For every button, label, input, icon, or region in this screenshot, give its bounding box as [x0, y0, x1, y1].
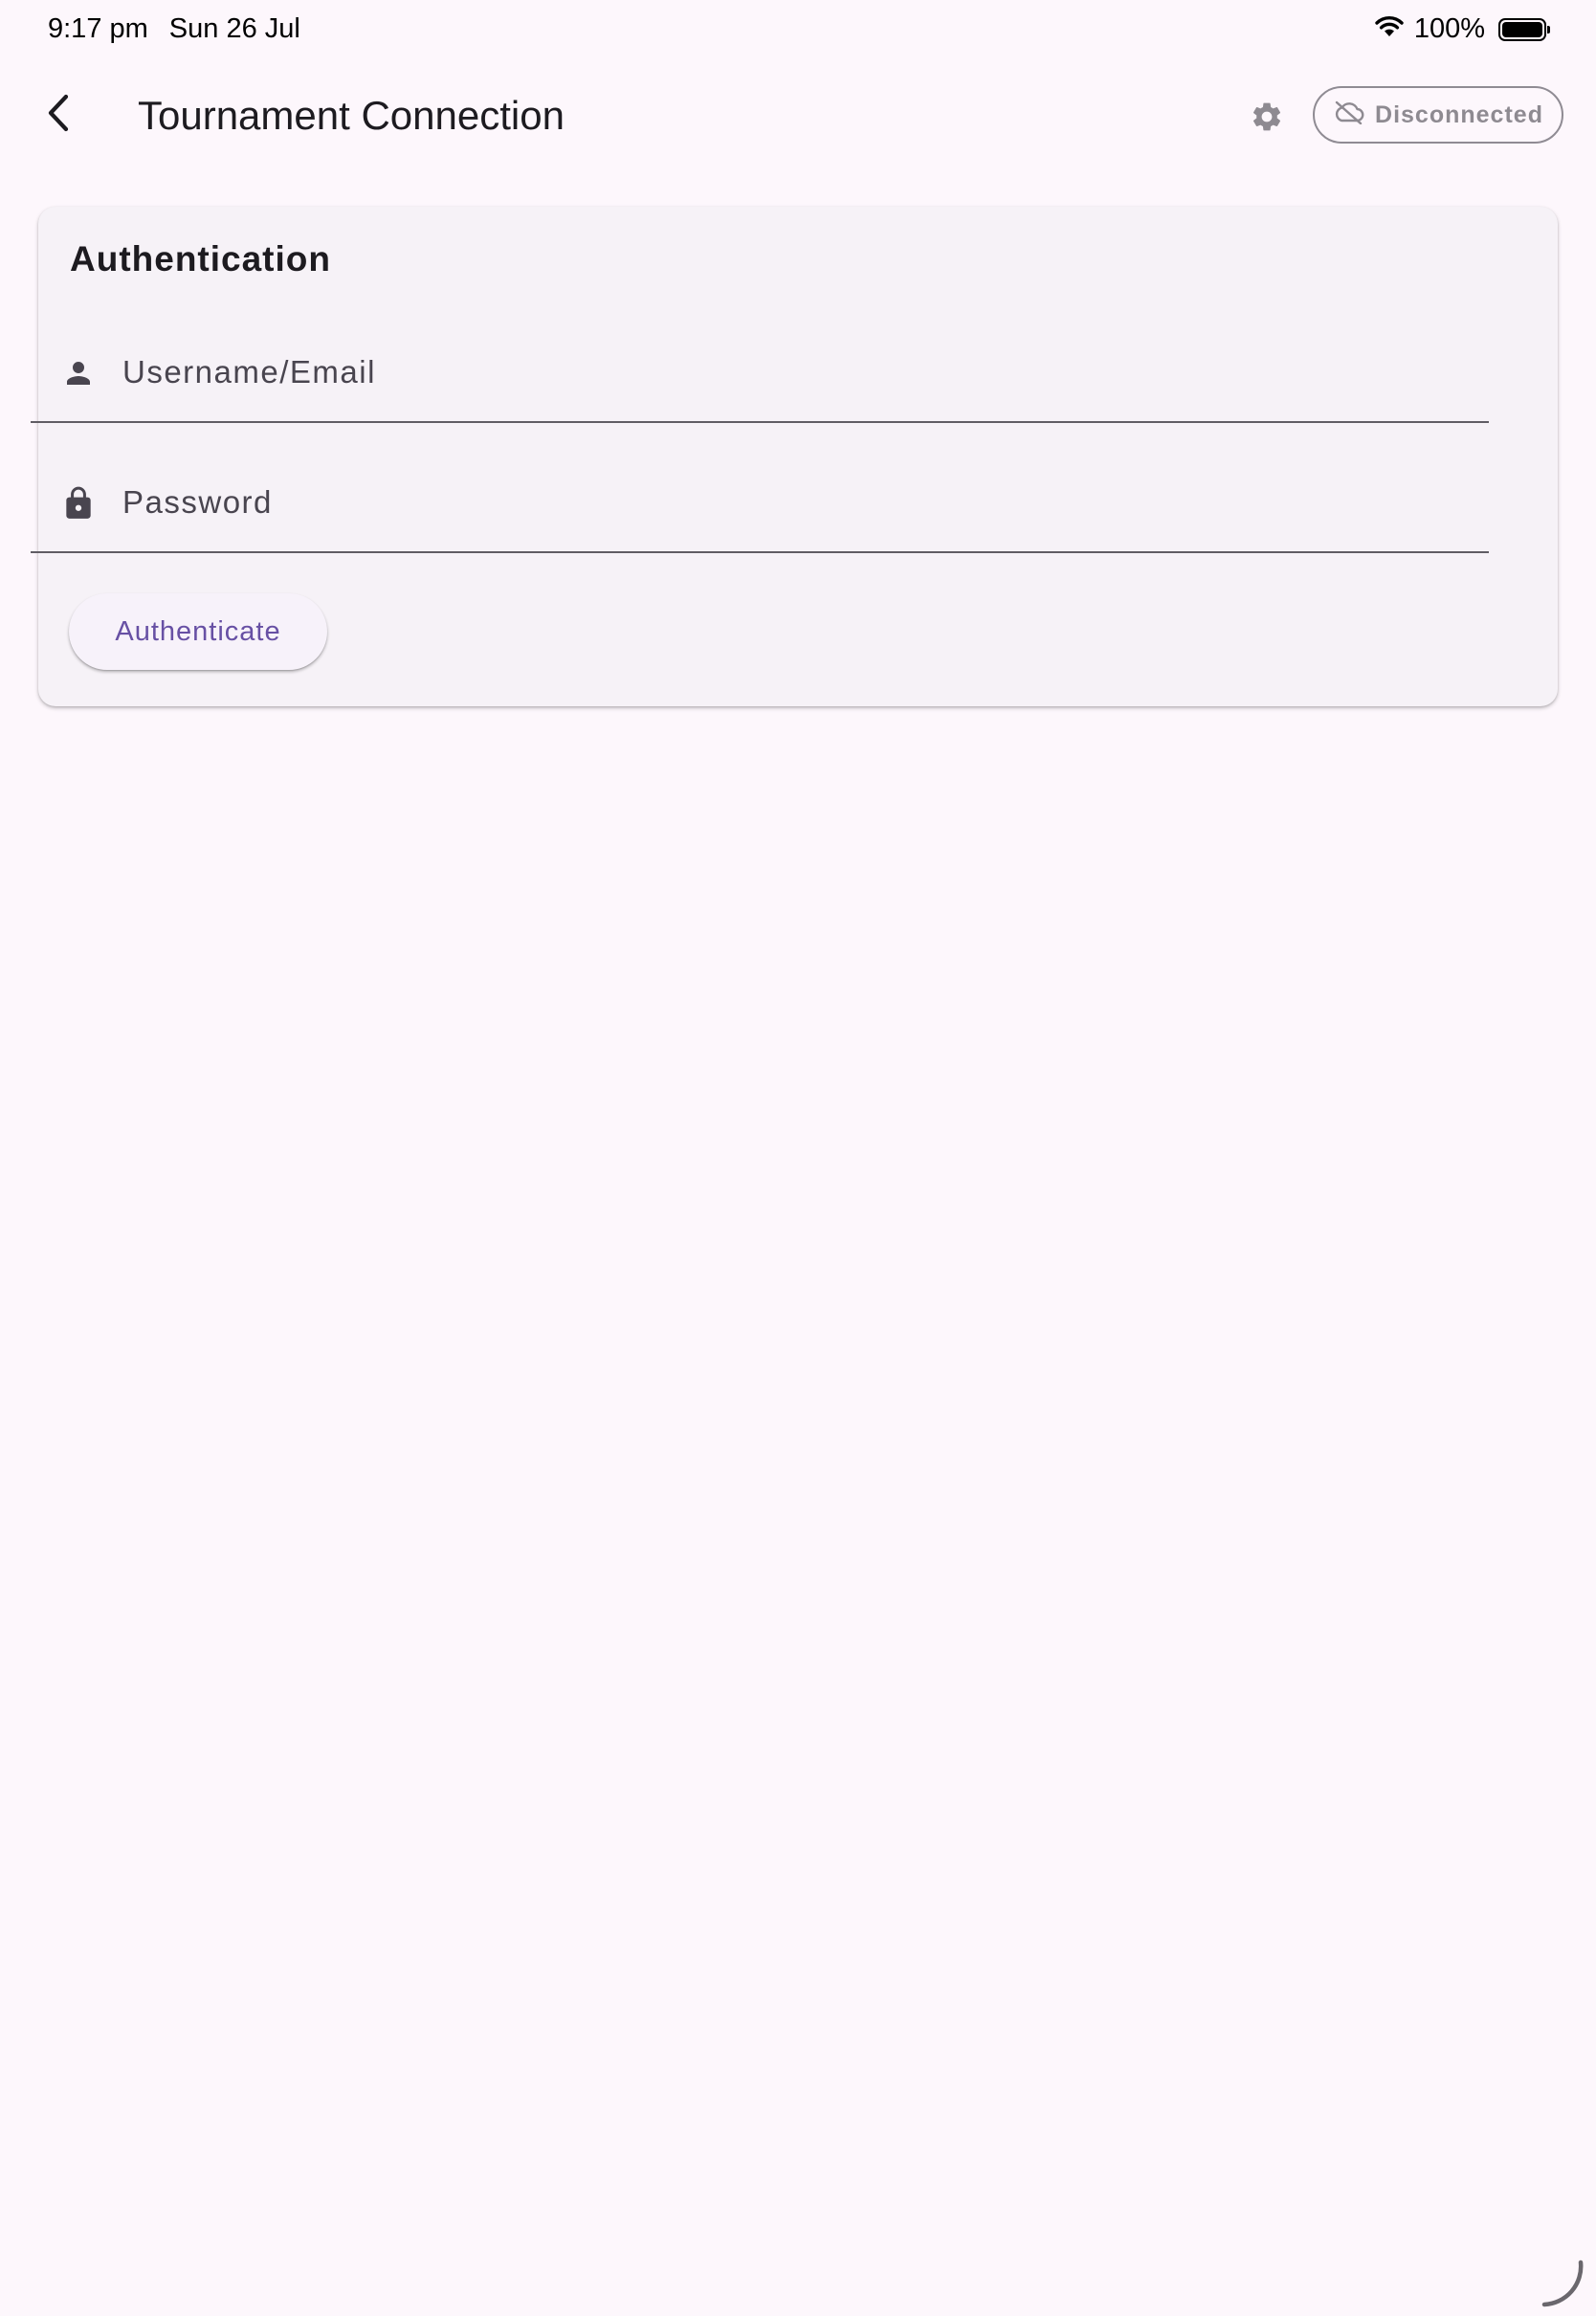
battery-level	[1502, 21, 1542, 37]
status-bar-right: 100%	[1374, 13, 1550, 45]
username-email-field[interactable]: Username/Email	[31, 323, 1489, 423]
password-field[interactable]: Password	[31, 454, 1489, 553]
lock-icon	[59, 482, 98, 524]
status-date: Sun 26 Jul	[168, 13, 300, 44]
settings-button[interactable]	[1240, 92, 1294, 145]
cloud-off-icon	[1333, 100, 1365, 131]
username-email-placeholder: Username/Email	[122, 354, 376, 390]
back-button[interactable]	[29, 84, 90, 145]
wifi-icon	[1374, 13, 1405, 45]
app-bar: Tournament Connection Disconnected	[0, 61, 1596, 168]
battery-percent: 100%	[1413, 13, 1485, 44]
connection-status-chip[interactable]: Disconnected	[1313, 86, 1563, 144]
page-title: Tournament Connection	[138, 93, 565, 138]
connection-status-label: Disconnected	[1375, 100, 1543, 128]
gear-icon	[1250, 100, 1284, 139]
authenticate-button[interactable]: Authenticate	[69, 593, 327, 670]
resize-handle[interactable]	[1537, 2257, 1590, 2310]
chevron-left-icon	[43, 94, 76, 137]
status-time: 9:17 pm	[48, 13, 148, 44]
battery-icon	[1498, 17, 1550, 41]
password-placeholder: Password	[122, 484, 273, 520]
card-title: Authentication	[70, 239, 331, 278]
status-bar-left: 9:17 pm Sun 26 Jul	[48, 13, 300, 45]
person-icon	[59, 352, 98, 394]
status-bar: 9:17 pm Sun 26 Jul 100%	[0, 0, 1596, 61]
